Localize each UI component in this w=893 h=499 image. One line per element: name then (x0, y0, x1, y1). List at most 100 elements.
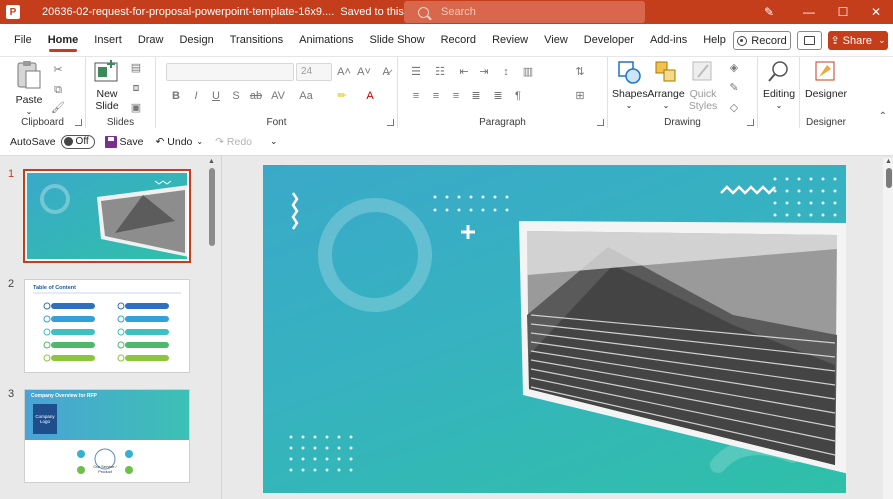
shape-fill-icon[interactable]: ◈ (726, 61, 742, 75)
underline-icon[interactable]: U (208, 89, 224, 103)
tab-file[interactable]: File (6, 24, 40, 56)
arrange-button[interactable]: Arrange ⌄ (646, 59, 686, 112)
decrease-indent-icon[interactable]: ⇤ (456, 65, 472, 79)
shape-outline-icon[interactable]: ✎ (726, 81, 742, 95)
change-case-icon[interactable]: Aa (298, 89, 314, 103)
record-button[interactable]: Record (733, 31, 791, 50)
increase-font-icon[interactable]: A˄ (336, 65, 352, 79)
shadow-icon[interactable]: S (228, 89, 244, 103)
pen-icon[interactable]: ✎ (752, 0, 786, 24)
slide-thumbnail-1[interactable] (23, 169, 191, 263)
bullets-icon[interactable]: ☰ (408, 65, 424, 79)
tab-draw[interactable]: Draw (130, 24, 172, 56)
shape-effects-icon[interactable]: ◇ (726, 101, 742, 115)
customize-toolbar-icon[interactable]: ⌄ (270, 136, 278, 147)
font-size-box[interactable]: 24 (296, 63, 332, 81)
text-direction-icon[interactable]: ⇅ (572, 65, 588, 79)
undo-button[interactable]: ↶ Undo ⌄ (155, 136, 203, 148)
tab-add-ins[interactable]: Add-ins (642, 24, 695, 56)
toc-bullet (43, 315, 51, 323)
cut-icon[interactable]: ✂ (50, 63, 66, 77)
paste-button[interactable]: Paste ⌄ (12, 59, 46, 118)
tab-design[interactable]: Design (171, 24, 221, 56)
font-name-box[interactable] (166, 63, 294, 81)
decrease-font-icon[interactable]: A˅ (356, 65, 372, 79)
shapes-button[interactable]: Shapes ⌄ (612, 59, 648, 112)
character-spacing-icon[interactable]: AV (270, 89, 286, 103)
dialog-launcher-icon[interactable] (75, 119, 82, 126)
slide-thumbnail-3[interactable]: Company Overview for RFP Company Logo Ou… (24, 389, 190, 483)
section-icon[interactable]: ▣ (128, 101, 144, 115)
undo-icon: ↶ (155, 135, 165, 148)
tab-developer[interactable]: Developer (576, 24, 642, 56)
minimize-button[interactable]: — (792, 0, 826, 24)
tab-view[interactable]: View (536, 24, 576, 56)
highlight-icon[interactable]: ✏ (334, 89, 350, 103)
current-slide[interactable] (263, 165, 846, 493)
tab-review[interactable]: Review (484, 24, 536, 56)
share-button[interactable]: ⇪ Share ⌄ (828, 31, 888, 50)
increase-indent-icon[interactable]: ⇥ (476, 65, 492, 79)
document-title: 20636-02-request-for-proposal-powerpoint… (42, 6, 335, 18)
strikethrough-icon[interactable]: ab (248, 89, 264, 103)
scroll-up-icon[interactable]: ▲ (885, 158, 892, 165)
line-spacing-icon[interactable]: ↕ (498, 65, 514, 79)
format-painter-icon[interactable]: 🖌 (50, 101, 66, 115)
toc-item-bar (51, 355, 95, 361)
numbering-icon[interactable]: ☷ (432, 65, 448, 79)
redo-button[interactable]: ↷ Redo (215, 136, 252, 148)
align-center-icon[interactable]: ≡ (428, 89, 444, 103)
tab-insert[interactable]: Insert (86, 24, 130, 56)
bold-icon[interactable]: B (168, 89, 184, 103)
editing-button[interactable]: Editing ⌄ (760, 59, 798, 112)
shapes-label: Shapes (612, 88, 648, 100)
thumbnail-scrollbar[interactable] (209, 168, 215, 246)
dialog-launcher-icon[interactable] (747, 119, 754, 126)
maximize-button[interactable]: ☐ (826, 0, 860, 24)
drawing-group: Shapes ⌄ Arrange ⌄ Quick Styles ◈ ✎ ◇ Dr… (608, 57, 758, 129)
designer-button[interactable]: Designer (804, 59, 848, 100)
tab-slide-show[interactable]: Slide Show (362, 24, 433, 56)
distributed-icon[interactable]: ≣ (490, 89, 506, 103)
layout-icon[interactable]: ▤ (128, 61, 144, 75)
copy-icon[interactable]: ⧉ (50, 83, 66, 97)
slides-group: New Slide ▤ ⧈ ▣ Slides (86, 57, 156, 129)
comments-button[interactable] (797, 31, 822, 50)
justify-icon[interactable]: ≣ (468, 89, 484, 103)
autosave-toggle[interactable]: Off (60, 134, 95, 149)
slide-thumbnail-2[interactable]: Table of Content (24, 279, 190, 373)
smartart-icon[interactable]: ⊞ (572, 89, 588, 103)
slide-scrollbar[interactable]: ▲ (883, 158, 893, 499)
toc-item-bar (125, 316, 169, 322)
collapse-ribbon-icon[interactable]: ⌃ (879, 111, 887, 122)
rtl-icon[interactable]: ¶ (510, 89, 526, 103)
quick-styles-button[interactable]: Quick Styles (686, 59, 720, 112)
columns-icon[interactable]: ▥ (520, 65, 536, 79)
tab-record[interactable]: Record (433, 24, 484, 56)
search-input[interactable] (441, 6, 621, 18)
save-button[interactable]: Save (104, 135, 143, 148)
tab-help[interactable]: Help (695, 24, 734, 56)
align-left-icon[interactable]: ≡ (408, 89, 424, 103)
font-color-icon[interactable]: A (362, 89, 378, 103)
tab-transitions[interactable]: Transitions (222, 24, 291, 56)
scrollbar-thumb[interactable] (886, 168, 892, 188)
search-box[interactable] (404, 1, 645, 23)
align-right-icon[interactable]: ≡ (448, 89, 464, 103)
clear-formatting-icon[interactable]: A̷ (378, 65, 394, 79)
scroll-up-icon[interactable]: ▲ (208, 158, 215, 165)
new-slide-button[interactable]: New Slide (90, 59, 124, 112)
toc-bullet (117, 315, 125, 323)
tab-animations[interactable]: Animations (291, 24, 361, 56)
toggle-knob (63, 137, 73, 146)
tab-home[interactable]: Home (40, 24, 87, 56)
italic-icon[interactable]: I (188, 89, 204, 103)
decorative-dot (301, 468, 305, 472)
decorative-dot (325, 446, 329, 450)
toc-item-bar (125, 342, 169, 348)
chevron-down-icon: ⌄ (775, 101, 783, 110)
dialog-launcher-icon[interactable] (387, 119, 394, 126)
reset-icon[interactable]: ⧈ (128, 81, 144, 95)
close-button[interactable]: ✕ (859, 0, 893, 24)
dialog-launcher-icon[interactable] (597, 119, 604, 126)
